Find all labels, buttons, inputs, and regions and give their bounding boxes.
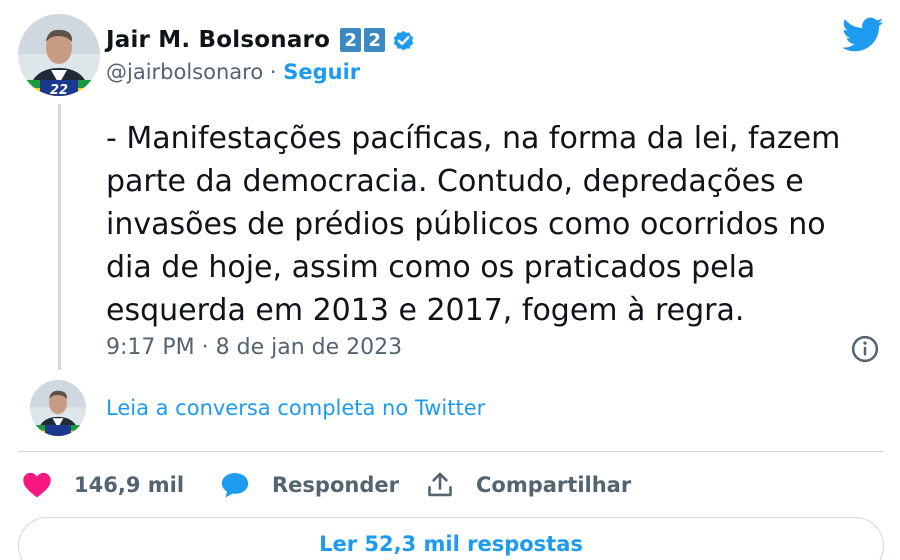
author-handle-row: @jairbolsonaro · Seguir — [106, 60, 360, 84]
author-handle[interactable]: @jairbolsonaro — [106, 60, 263, 84]
tweet-text: - Manifestações pacíficas, na forma da l… — [106, 121, 841, 328]
handle-separator: · — [269, 60, 277, 84]
read-replies-button[interactable]: Ler 52,3 mil respostas — [18, 517, 884, 560]
number-badge-second: 2 — [364, 28, 386, 52]
verified-badge-icon — [393, 30, 414, 50]
thread-avatar-image — [30, 380, 86, 436]
share-upload-icon — [428, 472, 452, 497]
read-full-conversation-link[interactable]: Leia a conversa completa no Twitter — [106, 396, 485, 420]
read-replies-label: Ler 52,3 mil respostas — [319, 532, 583, 556]
like-button[interactable]: 146,9 mil — [22, 468, 184, 502]
thread-avatar[interactable] — [30, 380, 86, 436]
author-name-row: Jair M. Bolsonaro 2 2 — [106, 22, 416, 58]
share-button[interactable]: Compartilhar — [426, 468, 631, 502]
author-name[interactable]: Jair M. Bolsonaro — [106, 27, 330, 53]
share-label: Compartilhar — [476, 473, 632, 497]
author-avatar[interactable]: 22 — [18, 14, 100, 96]
thread-connector-line — [58, 104, 61, 370]
svg-text:22: 22 — [50, 83, 68, 96]
follow-link[interactable]: Seguir — [283, 60, 360, 84]
number-badge-first: 2 — [340, 28, 362, 52]
like-count: 146,9 mil — [74, 473, 185, 497]
heart-icon — [23, 472, 51, 498]
author-avatar-image: 22 — [18, 14, 100, 96]
speech-bubble-icon — [221, 473, 249, 498]
tweet-timestamp[interactable]: 9:17 PM · 8 de jan de 2023 — [106, 335, 402, 360]
reply-label: Responder — [272, 473, 399, 497]
actions-divider — [18, 451, 884, 452]
reply-button[interactable]: Responder — [220, 468, 399, 502]
twitter-bird-icon[interactable] — [842, 17, 884, 53]
info-icon[interactable] — [850, 334, 880, 364]
